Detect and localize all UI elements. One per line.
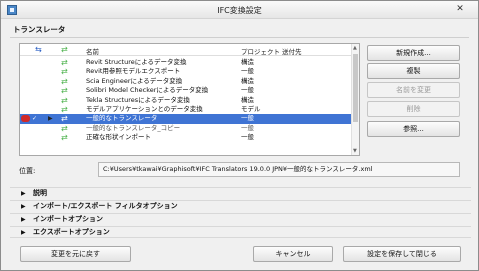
list-item[interactable]: ⇄ Revit Structureによるデータ変換 構造 — [20, 58, 353, 67]
list-item[interactable]: ⇄ Revit用参照モデルエクスポート 一般 — [20, 67, 353, 76]
translator-project: モデル — [241, 105, 261, 113]
transfer-arrow-icon: ⇄ — [61, 105, 68, 114]
translator-project: 一般 — [241, 114, 254, 123]
default-marker-icon — [21, 115, 30, 123]
translator-list[interactable]: ⇆ ⇄ 名前 プロジェクト 送付先 ⇄ Revit Structureによるデー… — [19, 43, 360, 156]
section-divider — [10, 37, 469, 38]
panel-label: 説明 — [33, 189, 47, 197]
list-scrollbar[interactable]: ▲ ▼ — [351, 44, 359, 155]
list-item[interactable]: ⇄ Solibri Model Checkerによるデータ変換 一般 — [20, 86, 353, 95]
expand-triangle-icon: ▶ — [21, 190, 26, 197]
translator-project: 構造 — [241, 95, 254, 104]
panel-filter-options[interactable]: ▶ インポート/エクスポート フィルタオプション — [10, 200, 471, 212]
panel-label: インポートオプション — [33, 215, 103, 223]
expand-triangle-icon: ▶ — [21, 203, 26, 210]
revert-button[interactable]: 変更を元に戻す — [20, 246, 131, 262]
transfer-arrow-icon: ⇄ — [61, 133, 68, 143]
export-direction-icon[interactable]: ⇄ — [61, 46, 68, 54]
translator-project: 構造 — [241, 76, 254, 85]
translator-name: Revit用参照モデルエクスポート — [86, 67, 181, 76]
transfer-arrow-icon: ⇄ — [61, 114, 68, 124]
expand-triangle-icon: ▶ — [21, 229, 26, 236]
panel-label: インポート/エクスポート フィルタオプション — [33, 202, 178, 210]
transfer-arrow-icon: ⇄ — [61, 95, 68, 105]
list-item[interactable]: ⇄ Tekla Structuresによるデータ変換 構造 — [20, 96, 353, 105]
rename-button[interactable]: 名前を変更 — [367, 82, 460, 98]
scroll-up-icon[interactable]: ▲ — [353, 45, 357, 51]
list-item[interactable]: ⇄ 正確な形状インポート 一般 — [20, 133, 353, 142]
list-item[interactable]: ⇄ モデルアプリケーションとのデータ変換 モデル — [20, 105, 353, 114]
translator-name: Scia Engineerによるデータ変換 — [86, 76, 183, 85]
transfer-arrow-icon: ⇄ — [61, 86, 68, 96]
translator-name: Revit Structureによるデータ変換 — [86, 58, 187, 66]
transfer-arrow-icon: ⇄ — [61, 58, 68, 67]
translators-section-label: トランスレータ — [13, 25, 66, 34]
translator-name: 正確な形状インポート — [86, 133, 151, 142]
scrollbar-thumb[interactable] — [353, 54, 358, 122]
transfer-arrow-icon: ⇄ — [61, 67, 68, 77]
ifc-settings-dialog: IFC変換設定 ✕ トランスレータ ⇆ ⇄ 名前 プロジェクト 送付先 ⇄ Re… — [0, 0, 479, 271]
save-and-close-button[interactable]: 設定を保存して閉じる — [343, 246, 461, 262]
location-path-field: C:¥Users¥tkawai¥Graphisoft¥IFC Translato… — [98, 162, 460, 177]
scroll-down-icon[interactable]: ▼ — [353, 148, 357, 154]
new-button[interactable]: 新規作成... — [367, 45, 460, 61]
translator-project: 一般 — [241, 123, 254, 132]
transfer-arrow-icon: ⇄ — [61, 76, 68, 86]
cancel-button[interactable]: キャンセル — [253, 246, 333, 262]
translator-project: 一般 — [241, 67, 254, 76]
translator-project: 一般 — [241, 86, 254, 95]
import-direction-icon[interactable]: ⇆ — [35, 46, 42, 54]
column-header-destination[interactable]: 送付先 — [282, 46, 302, 56]
title-bar: IFC変換設定 ✕ — [1, 1, 478, 19]
list-item-selected[interactable]: ✓ ▶ ⇄ 一般的なトランスレータ 一般 — [20, 114, 353, 124]
translator-name: Tekla Structuresによるデータ変換 — [86, 95, 190, 104]
panel-label: エクスポートオプション — [33, 228, 110, 236]
expand-triangle-icon: ▶ — [21, 216, 26, 223]
panel-export-options[interactable]: ▶ エクスポートオプション — [10, 226, 471, 238]
list-item[interactable]: ⇄ Scia Engineerによるデータ変換 構造 — [20, 77, 353, 86]
check-icon: ✓ — [32, 115, 38, 123]
panel-description[interactable]: ▶ 説明 — [10, 187, 471, 199]
browse-button[interactable]: 参照... — [367, 121, 460, 137]
translator-name: 一般的なトランスレータ_コピー — [86, 123, 181, 132]
translator-name: モデルアプリケーションとのデータ変換 — [86, 105, 203, 113]
translator-name: 一般的なトランスレータ — [86, 114, 158, 123]
list-item[interactable]: ⇄ 一般的なトランスレータ_コピー 一般 — [20, 124, 353, 133]
close-icon[interactable]: ✕ — [448, 4, 472, 16]
list-header: ⇆ ⇄ 名前 プロジェクト 送付先 — [20, 44, 353, 56]
panel-import-options[interactable]: ▶ インポートオプション — [10, 213, 471, 225]
translator-name: Solibri Model Checkerによるデータ変換 — [86, 86, 209, 95]
duplicate-button[interactable]: 複製 — [367, 63, 460, 79]
location-label: 位置: — [19, 167, 36, 175]
column-header-name[interactable]: 名前 — [86, 46, 99, 56]
play-icon: ▶ — [48, 115, 53, 123]
window-title: IFC変換設定 — [217, 6, 262, 15]
translator-project: 構造 — [241, 58, 254, 66]
translator-project: 一般 — [241, 133, 254, 142]
transfer-arrow-icon: ⇄ — [61, 123, 68, 133]
column-header-project[interactable]: プロジェクト — [241, 46, 280, 56]
delete-button[interactable]: 削除 — [367, 101, 460, 117]
